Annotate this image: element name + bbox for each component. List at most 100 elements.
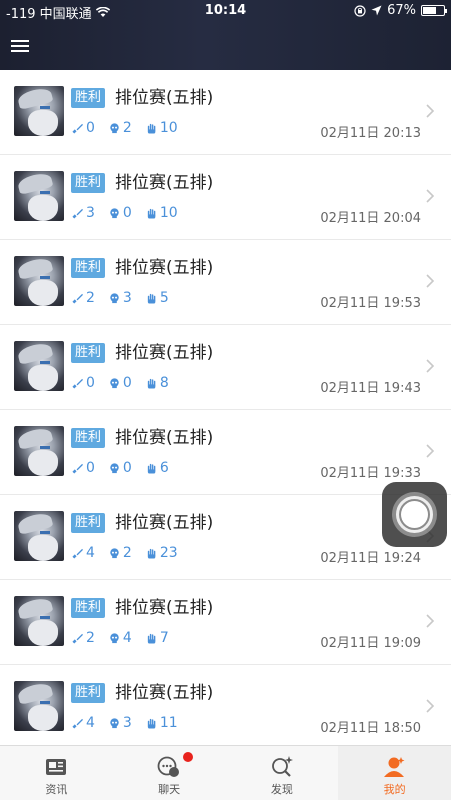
match-mode-title: 排位赛(五排) — [115, 513, 214, 533]
deaths-skull-icon — [110, 122, 119, 133]
match-row[interactable]: 胜利 排位赛(五排) 0 0 8 02月11日 19:43 — [0, 325, 451, 410]
result-badge: 胜利 — [71, 683, 106, 703]
result-badge: 胜利 — [71, 343, 106, 363]
assists-stat: 10 — [146, 120, 178, 136]
avatar-eye — [40, 276, 50, 279]
hero-avatar — [14, 256, 64, 306]
hero-avatar — [14, 171, 64, 221]
assists-stat: 23 — [146, 545, 178, 561]
menu-button[interactable] — [11, 37, 29, 55]
avatar-eye — [40, 446, 50, 449]
assists-stat: 5 — [146, 290, 169, 306]
deaths-value: 3 — [122, 715, 132, 731]
tab-chat[interactable]: 聊天 — [113, 746, 226, 800]
assists-value: 11 — [159, 715, 178, 731]
assists-value: 10 — [159, 120, 178, 136]
hero-avatar — [14, 596, 64, 646]
kills-value: 4 — [86, 545, 95, 561]
avatar-eye — [40, 531, 50, 534]
tab-label: 聊天 — [158, 783, 181, 796]
kills-sword-icon — [72, 548, 83, 559]
avatar-beard — [28, 195, 58, 221]
hero-avatar — [14, 426, 64, 476]
match-row[interactable]: 胜利 排位赛(五排) 4 3 11 02月11日 18:50 — [0, 665, 451, 745]
deaths-value: 3 — [122, 290, 132, 306]
tab-news[interactable]: 资讯 — [0, 746, 113, 800]
kills-sword-icon — [72, 463, 83, 474]
avatar-eye — [40, 106, 50, 109]
chevron-right-icon — [426, 189, 435, 203]
deaths-stat: 0 — [109, 460, 132, 476]
tab-profile[interactable]: 我的 — [338, 746, 451, 800]
assists-hand-icon — [147, 378, 156, 389]
deaths-value: 0 — [122, 460, 132, 476]
kda-stats: 0 0 8 — [72, 375, 183, 391]
hero-avatar — [14, 341, 64, 391]
match-date: 02月11日 19:24 — [320, 551, 421, 566]
battery-icon — [421, 5, 447, 16]
tab-label: 发现 — [270, 783, 293, 796]
match-history-list[interactable]: 胜利 排位赛(五排) 0 2 10 02月11日 20:13 胜利 排位赛(五排… — [0, 70, 451, 745]
avatar-beard — [28, 365, 58, 391]
kills-value: 0 — [86, 375, 95, 391]
kills-value: 2 — [86, 630, 95, 646]
match-mode-title: 排位赛(五排) — [115, 683, 214, 703]
assists-stat: 11 — [146, 715, 178, 731]
assists-stat: 6 — [146, 460, 169, 476]
battery-percent: 67% — [387, 3, 416, 18]
match-row[interactable]: 胜利 排位赛(五排) 2 3 5 02月11日 19:53 — [0, 240, 451, 325]
match-mode-title: 排位赛(五排) — [115, 173, 214, 193]
hero-avatar — [14, 681, 64, 731]
avatar-eye — [40, 191, 50, 194]
deaths-stat: 3 — [109, 290, 132, 306]
kills-sword-icon — [72, 378, 83, 389]
match-row[interactable]: 胜利 排位赛(五排) 0 2 10 02月11日 20:13 — [0, 70, 451, 155]
news-icon — [46, 759, 67, 775]
kills-stat: 0 — [72, 120, 95, 136]
deaths-skull-icon — [110, 632, 119, 643]
avatar-eye — [40, 616, 50, 619]
match-row[interactable]: 胜利 排位赛(五排) 3 0 10 02月11日 20:04 — [0, 155, 451, 240]
avatar-eye — [40, 701, 50, 704]
assists-hand-icon — [147, 463, 156, 474]
assists-value: 8 — [159, 375, 169, 391]
result-badge: 胜利 — [71, 173, 106, 193]
kda-stats: 4 3 11 — [72, 715, 192, 731]
match-row[interactable]: 胜利 排位赛(五排) 0 0 6 02月11日 19:33 — [0, 410, 451, 495]
assists-value: 6 — [159, 460, 169, 476]
kills-stat: 4 — [72, 545, 95, 561]
kills-stat: 0 — [72, 460, 95, 476]
app-header: -119 中国联通 10:14 67% — [0, 0, 451, 70]
deaths-value: 2 — [122, 545, 132, 561]
deaths-skull-icon — [110, 207, 119, 218]
kills-value: 4 — [86, 715, 95, 731]
bottom-tab-bar: 资讯 聊天 发现 我的 — [0, 745, 451, 800]
avatar-beard — [28, 620, 58, 646]
discover-icon — [271, 756, 293, 777]
kills-sword-icon — [72, 633, 83, 644]
chevron-right-icon — [426, 614, 435, 628]
result-badge: 胜利 — [71, 598, 106, 618]
deaths-value: 2 — [122, 120, 132, 136]
chevron-right-icon — [426, 104, 435, 118]
match-mode-title: 排位赛(五排) — [115, 428, 214, 448]
assistive-touch-button[interactable] — [382, 482, 447, 547]
chevron-right-icon — [426, 274, 435, 288]
tab-discover[interactable]: 发现 — [226, 746, 339, 800]
kills-stat: 2 — [72, 630, 95, 646]
match-date: 02月11日 19:33 — [320, 466, 421, 481]
profile-icon — [383, 757, 405, 777]
assists-value: 23 — [159, 545, 178, 561]
kills-stat: 2 — [72, 290, 95, 306]
match-row[interactable]: 胜利 排位赛(五排) 2 4 7 02月11日 19:09 — [0, 580, 451, 665]
result-badge: 胜利 — [71, 428, 106, 448]
tab-label: 我的 — [383, 783, 406, 796]
hamburger-line — [11, 50, 29, 52]
chevron-right-icon — [426, 444, 435, 458]
match-mode-title: 排位赛(五排) — [115, 258, 214, 278]
assists-hand-icon — [147, 123, 156, 134]
assists-hand-icon — [147, 293, 156, 304]
kills-sword-icon — [72, 123, 83, 134]
kills-value: 0 — [86, 460, 95, 476]
avatar-beard — [28, 705, 58, 731]
